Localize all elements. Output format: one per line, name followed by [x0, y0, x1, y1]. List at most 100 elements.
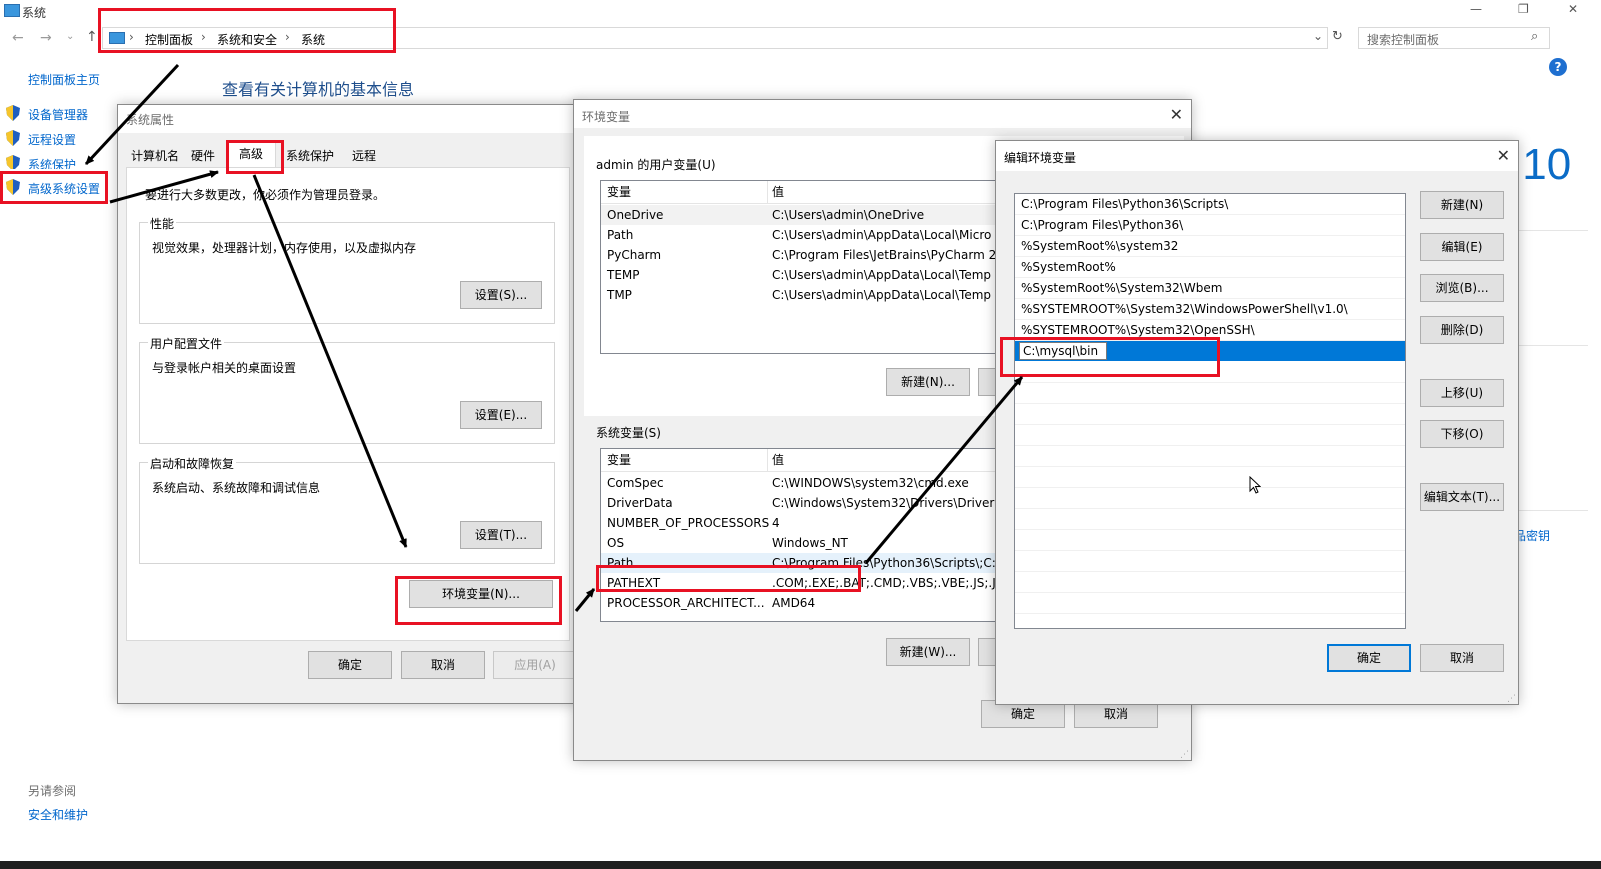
admin-note: 要进行大多数更改，你必须作为管理员登录。	[145, 188, 386, 202]
group-description: 系统启动、系统故障和调试信息	[152, 481, 321, 495]
shield-icon	[6, 130, 20, 146]
ok-button[interactable]: 确定	[1327, 644, 1411, 672]
forward-arrow-icon[interactable]: →	[40, 30, 52, 46]
restore-button[interactable]: ❐	[1518, 2, 1529, 16]
tab-remote[interactable]: 远程	[344, 145, 384, 167]
var-value: AMD64	[772, 596, 816, 610]
delete-button[interactable]: 删除(D)	[1420, 316, 1504, 344]
apply-button[interactable]: 应用(A)	[493, 651, 577, 679]
table-row[interactable]: TEMP C:\Users\admin\AppData\Local\Temp	[601, 265, 1019, 285]
dialog-titlebar: 环境变量 ✕	[574, 100, 1191, 128]
close-icon[interactable]: ✕	[1170, 105, 1183, 124]
table-row[interactable]: DriverData C:\Windows\System32\Drivers\Dr…	[601, 493, 1019, 513]
window-title: 系统	[22, 6, 47, 20]
column-value[interactable]: 值	[772, 181, 784, 203]
var-value: Windows_NT	[772, 536, 848, 550]
user-profiles-settings-button[interactable]: 设置(E)...	[460, 401, 542, 429]
system-new-button[interactable]: 新建(W)...	[886, 638, 970, 666]
entry-text: %SystemRoot%\System32\Wbem	[1021, 281, 1223, 295]
back-arrow-icon[interactable]: ←	[12, 30, 24, 46]
up-arrow-icon[interactable]: ↑	[86, 29, 98, 45]
var-value: C:\Users\admin\OneDrive	[772, 208, 925, 222]
new-button[interactable]: 新建(N)	[1420, 191, 1504, 219]
table-row[interactable]: Path C:\Users\admin\AppData\Local\Micro	[601, 225, 1019, 245]
sidebar-item-system-protection[interactable]: 系统保护	[6, 155, 116, 169]
shield-icon	[6, 105, 20, 121]
list-header: 变量 值	[601, 181, 1019, 204]
startup-recovery-group: 启动和故障恢复 系统启动、系统故障和调试信息 设置(T)...	[139, 455, 555, 564]
list-item[interactable]: %SystemRoot%\system32	[1015, 236, 1405, 257]
recent-dropdown-icon[interactable]: ⌄	[66, 31, 74, 42]
var-name: ComSpec	[607, 476, 664, 490]
var-name: PROCESSOR_ARCHITECT...	[607, 596, 765, 610]
edit-text-button[interactable]: 编辑文本(T)...	[1420, 483, 1504, 511]
search-placeholder: 搜索控制面板	[1367, 33, 1440, 47]
browse-button[interactable]: 浏览(B)...	[1420, 274, 1504, 302]
cancel-button[interactable]: 取消	[401, 651, 485, 679]
dialog-titlebar: 编辑环境变量 ✕	[996, 141, 1518, 171]
table-row[interactable]: PyCharm C:\Program Files\JetBrains\PyChar…	[601, 245, 1019, 265]
column-value[interactable]: 值	[772, 449, 784, 471]
list-header: 变量 值	[601, 449, 1019, 472]
tab-hardware[interactable]: 硬件	[184, 145, 222, 167]
entry-text: C:\Program Files\Python36\	[1021, 218, 1184, 232]
ok-button[interactable]: 确定	[308, 651, 392, 679]
tab-computer-name[interactable]: 计算机名	[126, 145, 184, 167]
search-input[interactable]: 搜索控制面板 ⌕	[1358, 27, 1550, 49]
entry-text: %SYSTEMROOT%\System32\WindowsPowerShell\…	[1021, 302, 1348, 316]
performance-settings-button[interactable]: 设置(S)...	[460, 281, 542, 309]
var-value: C:\Users\admin\AppData\Local\Temp	[772, 288, 992, 302]
control-panel-home-link[interactable]: 控制面板主页	[28, 71, 100, 88]
var-name: DriverData	[607, 496, 673, 510]
resize-grip-icon[interactable]: ⋰	[1507, 694, 1516, 704]
group-description: 与登录帐户相关的桌面设置	[152, 361, 297, 375]
startup-recovery-settings-button[interactable]: 设置(T)...	[460, 521, 542, 549]
list-item[interactable]: %SystemRoot%\System32\Wbem	[1015, 278, 1405, 299]
move-down-button[interactable]: 下移(O)	[1420, 420, 1504, 448]
entry-text: C:\Program Files\Python36\Scripts\	[1021, 197, 1229, 211]
move-up-button[interactable]: 上移(U)	[1420, 379, 1504, 407]
column-variable[interactable]: 变量	[607, 181, 631, 203]
sidebar-item-device-manager[interactable]: 设备管理器	[6, 105, 116, 123]
tab-system-protection[interactable]: 系统保护	[278, 145, 342, 167]
system-variables-list[interactable]: 变量 值 ComSpec C:\WINDOWS\system32\cmd.exe …	[600, 448, 1020, 622]
resize-grip-icon[interactable]: ⋰	[1180, 750, 1189, 760]
dialog-title: 环境变量	[582, 110, 631, 124]
list-item[interactable]: C:\Program Files\Python36\Scripts\	[1015, 194, 1405, 215]
table-row[interactable]: ComSpec C:\WINDOWS\system32\cmd.exe	[601, 473, 1019, 493]
edit-button[interactable]: 编辑(E)	[1420, 233, 1504, 261]
user-new-button[interactable]: 新建(N)...	[886, 368, 970, 396]
var-name: PyCharm	[607, 248, 662, 262]
mouse-cursor-icon	[1249, 476, 1261, 494]
path-entries-list[interactable]: C:\Program Files\Python36\Scripts\ C:\Pr…	[1014, 193, 1406, 629]
user-vars-label: admin 的用户变量(U)	[596, 158, 716, 172]
var-name: NUMBER_OF_PROCESSORS	[607, 516, 770, 530]
address-dropdown-icon[interactable]: ⌄	[1313, 29, 1323, 43]
refresh-icon[interactable]: ↻	[1332, 29, 1343, 44]
var-value: C:\Program Files\JetBrains\PyCharm 2	[772, 248, 997, 262]
user-profiles-group: 用户配置文件 与登录帐户相关的桌面设置 设置(E)...	[139, 335, 555, 444]
minimize-button[interactable]: —	[1470, 2, 1482, 16]
help-icon[interactable]: ?	[1549, 58, 1567, 76]
table-row[interactable]: OneDrive C:\Users\admin\OneDrive	[601, 205, 1019, 225]
table-row[interactable]: NUMBER_OF_PROCESSORS 4	[601, 513, 1019, 533]
see-also-label: 另请参阅	[28, 784, 77, 798]
tab-strip: 计算机名 硬件 高级 系统保护 远程	[126, 142, 546, 169]
user-variables-list[interactable]: 变量 值 OneDrive C:\Users\admin\OneDrive Pat…	[600, 180, 1020, 354]
performance-group: 性能 视觉效果，处理器计划，内存使用，以及虚拟内存 设置(S)...	[139, 215, 555, 324]
close-icon[interactable]: ✕	[1497, 146, 1510, 165]
list-item[interactable]: C:\Program Files\Python36\	[1015, 215, 1405, 236]
cancel-button[interactable]: 取消	[1420, 644, 1504, 672]
table-row[interactable]: OS Windows_NT	[601, 533, 1019, 553]
dialog-title: 编辑环境变量	[1004, 151, 1077, 165]
close-window-button[interactable]: ✕	[1568, 2, 1578, 16]
table-row[interactable]: TMP C:\Users\admin\AppData\Local\Temp	[601, 285, 1019, 305]
column-variable[interactable]: 变量	[607, 449, 631, 471]
table-row[interactable]: PROCESSOR_ARCHITECT... AMD64	[601, 593, 1019, 613]
list-item[interactable]: %SYSTEMROOT%\System32\WindowsPowerShell\…	[1015, 299, 1405, 320]
security-maintenance-link[interactable]: 安全和维护	[28, 806, 88, 823]
page-title: 查看有关计算机的基本信息	[222, 80, 415, 99]
sidebar-item-label: 远程设置	[28, 133, 77, 147]
list-item[interactable]: %SystemRoot%	[1015, 257, 1405, 278]
sidebar-item-remote-settings[interactable]: 远程设置	[6, 130, 116, 148]
